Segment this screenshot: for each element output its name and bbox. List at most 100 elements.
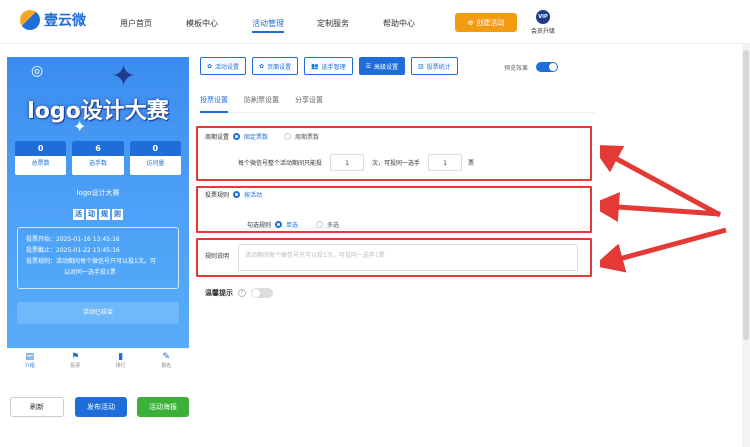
tool-page-settings[interactable]: ✿ 页面设置 — [252, 57, 299, 75]
document-icon: ▤ — [25, 352, 34, 362]
nav-item-template-center[interactable]: 模板中心 — [186, 18, 218, 29]
publish-activity-button[interactable]: 发布活动 — [75, 397, 127, 417]
activity-poster-button[interactable]: 活动海报 — [137, 397, 189, 417]
subtab-anti-fraud-settings[interactable]: 防刷票设置 — [244, 93, 279, 112]
page-scrollbar-thumb[interactable] — [743, 50, 749, 340]
by-activity-radio[interactable] — [233, 191, 241, 198]
stat-label: 总票数 — [31, 160, 50, 167]
tabbar-item-vote[interactable]: ⚑ 投票 — [53, 349, 99, 383]
tabbar-item-ranking[interactable]: ▮ 排行 — [98, 349, 144, 383]
tabbar-label: 介绍 — [24, 363, 35, 369]
fixed-votes-label: 固定票数 — [244, 134, 269, 141]
single-choice-label: 单选 — [286, 222, 299, 229]
chart-icon: ▥ — [418, 62, 424, 70]
gear-icon: ✿ — [207, 62, 213, 70]
rule-text: 投票规则：活动期间每个微信号只可以投1次。可 — [26, 258, 156, 265]
by-activity-label: 按活动 — [244, 192, 263, 199]
periodic-votes-label: 周期票数 — [295, 134, 320, 141]
nav-item-activity-management[interactable]: 活动管理 — [252, 18, 284, 33]
bar-chart-icon: ▮ — [118, 352, 124, 362]
tool-label: 高级设置 — [373, 63, 398, 71]
vip-icon: VIP — [536, 10, 550, 24]
warm-tip-label: 温馨提示 — [205, 289, 233, 297]
nav-item-custom-service[interactable]: 定制服务 — [317, 18, 349, 29]
preview-effect-label: 预览效果 — [504, 64, 529, 72]
top-navigation-bar: 壹云微 用户首页 模板中心 活动管理 定制服务 帮助中心 ⊕ 创建活动 VIP … — [0, 0, 750, 44]
stat-value: 0 — [15, 141, 67, 156]
rule-end-time: 投票截止：2025-01-22 13:45:16 — [26, 247, 120, 254]
period-settings-label: 周期设置 — [205, 134, 230, 141]
settings-toolbar: ✿ 活动设置 ✿ 页面设置 👥 选手管理 ☰ 高级设置 ▥ 投票统计 — [200, 57, 458, 75]
annotation-arrows — [600, 144, 727, 273]
vote-limit-prefix: 每个微信号整个活动期间只能投 — [238, 160, 323, 167]
total-votes-input[interactable]: 1 — [330, 154, 365, 171]
multi-choice-radio[interactable] — [316, 221, 324, 228]
plus-icon: ⊕ — [467, 18, 474, 27]
tool-activity-settings[interactable]: ✿ 活动设置 — [200, 57, 247, 75]
preview-effect-toggle: 预览效果 — [504, 62, 559, 72]
rules-heading-char: 动 — [86, 209, 97, 220]
vote-rule-row: 投票规则 按活动 — [205, 190, 262, 199]
stats-row: 0 总票数 6 选手数 0 访问量 — [15, 141, 181, 175]
nav-item-user-home[interactable]: 用户首页 — [120, 18, 152, 29]
rules-heading-char: 活 — [73, 209, 84, 220]
mobile-preview: ◎ ✦ ✦ logo设计大赛 0 总票数 6 选手数 0 访问量 logo设计大… — [7, 57, 189, 383]
check-rule-row: 勾选规则 单选 多选 — [247, 220, 339, 229]
preview-tabbar: ▤ 介绍 ⚑ 投票 ▮ 排行 ✎ 报名 — [7, 348, 189, 383]
tabbar-label: 排行 — [115, 363, 126, 369]
create-activity-label: 创建活动 — [476, 18, 505, 27]
rules-box: 投票开始：2025-01-16 13:45:16 投票截止：2025-01-22… — [17, 227, 179, 289]
fixed-votes-radio[interactable] — [233, 133, 241, 140]
single-choice-radio[interactable] — [275, 221, 283, 228]
edit-icon: ✎ — [162, 352, 171, 362]
settings-subtabs: 投票设置 防刷票设置 分享设置 — [200, 93, 595, 113]
flag-icon: ⚑ — [71, 352, 80, 362]
gear-icon: ✿ — [259, 62, 265, 70]
tabbar-label: 投票 — [70, 363, 81, 369]
rules-heading: 活 动 规 则 — [66, 209, 130, 220]
brand-logo[interactable]: 壹云微 — [20, 10, 86, 30]
rule-start-time: 投票开始：2025-01-16 13:45:16 — [26, 236, 120, 243]
tabbar-item-intro[interactable]: ▤ 介绍 — [7, 349, 53, 383]
stat-visits: 0 访问量 — [129, 141, 181, 175]
preview-effect-switch[interactable] — [536, 62, 559, 72]
camera-lens-icon: ◎ — [31, 63, 44, 79]
sliders-icon: ☰ — [365, 62, 371, 70]
rule-description-textarea[interactable]: 活动期间每个微信号只可以投1次，可投同一选手1票 — [238, 244, 578, 271]
activity-ended-banner: 活动已结束 — [17, 302, 179, 324]
period-settings-row: 周期设置 固定票数 周期票数 — [205, 132, 319, 141]
activity-name: logo设计大赛 — [76, 189, 120, 197]
tool-label: 页面设置 — [267, 63, 292, 71]
refresh-button[interactable]: 刷新 — [10, 397, 64, 417]
stat-value: 6 — [72, 141, 124, 156]
tool-vote-statistics[interactable]: ▥ 投票统计 — [411, 57, 458, 75]
brand-logo-icon — [20, 10, 40, 30]
check-rule-label: 勾选规则 — [247, 222, 272, 229]
vote-rule-label: 投票规则 — [205, 192, 230, 199]
warm-tip-switch[interactable] — [251, 288, 273, 298]
stat-value: 0 — [129, 141, 181, 156]
tool-advanced-settings[interactable]: ☰ 高级设置 — [358, 57, 405, 75]
tool-label: 投票统计 — [426, 63, 451, 71]
stat-label: 访问量 — [146, 160, 165, 167]
same-player-votes-input[interactable]: 1 — [428, 154, 463, 171]
help-icon[interactable]: ? — [238, 289, 246, 297]
brand-name: 壹云微 — [44, 13, 86, 29]
rules-heading-char: 则 — [112, 209, 123, 220]
periodic-votes-radio[interactable] — [284, 133, 292, 140]
vip-upgrade[interactable]: VIP 会员升级 — [528, 10, 558, 35]
create-activity-button[interactable]: ⊕ 创建活动 — [455, 13, 517, 32]
tabbar-label: 报名 — [161, 363, 172, 369]
tool-label: 选手管理 — [321, 63, 346, 71]
tabbar-item-signup[interactable]: ✎ 报名 — [144, 349, 190, 383]
subtab-vote-settings[interactable]: 投票设置 — [200, 93, 228, 113]
subtab-share-settings[interactable]: 分享设置 — [295, 93, 323, 112]
arrow-icon — [600, 227, 727, 273]
rule-description-label: 规则说明 — [205, 253, 230, 260]
warm-tip-row: 温馨提示 ? — [205, 288, 273, 298]
tool-player-management[interactable]: 👥 选手管理 — [304, 57, 353, 75]
banner-title: logo设计大赛 — [27, 99, 169, 124]
tool-label: 活动设置 — [215, 63, 240, 71]
nav-item-help-center[interactable]: 帮助中心 — [383, 18, 415, 29]
stat-label: 选手数 — [88, 160, 107, 167]
